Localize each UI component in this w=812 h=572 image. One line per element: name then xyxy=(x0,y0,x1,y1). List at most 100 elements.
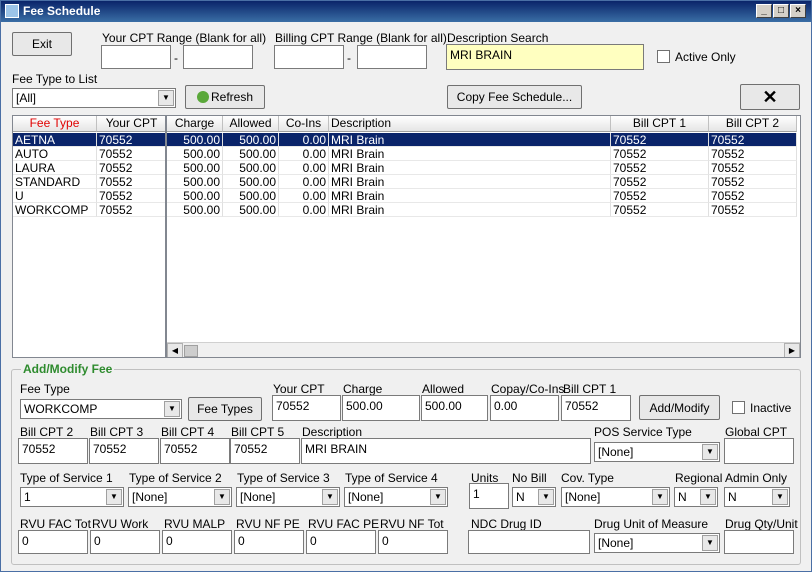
fee-type-cell[interactable]: LAURA xyxy=(13,161,97,175)
allowed-cell[interactable]: 500.00 xyxy=(223,133,279,147)
rvu-work-input[interactable]: 0 xyxy=(90,530,160,554)
type-of-service-3-select[interactable]: [None] ▼ xyxy=(236,487,340,507)
allowed-cell[interactable]: 500.00 xyxy=(223,147,279,161)
rvu-malp-input[interactable]: 0 xyxy=(162,530,232,554)
your-cpt-range-from[interactable] xyxy=(101,45,171,69)
bill-cpt-2-cell[interactable]: 70552 xyxy=(709,133,797,147)
description-cell[interactable]: MRI Brain xyxy=(329,189,611,203)
bill-cpt-2-cell[interactable]: 70552 xyxy=(709,189,797,203)
copy-fee-schedule-button[interactable]: Copy Fee Schedule... xyxy=(447,85,582,109)
bill-cpt-1-cell[interactable]: 70552 xyxy=(611,133,709,147)
fee-type-cell[interactable]: U xyxy=(13,189,97,203)
column-header-bill-cpt-1[interactable]: Bill CPT 1 xyxy=(611,116,709,132)
allowed-input[interactable]: 500.00 xyxy=(421,395,488,421)
rvu-fac-tot-input[interactable]: 0 xyxy=(18,530,88,554)
column-header-bill-cpt-2[interactable]: Bill CPT 2 xyxy=(709,116,797,132)
scroll-thumb[interactable] xyxy=(184,345,198,357)
allowed-cell[interactable]: 500.00 xyxy=(223,189,279,203)
description-input[interactable]: MRI BRAIN xyxy=(301,438,591,464)
column-header-charge[interactable]: Charge xyxy=(167,116,223,132)
bill-cpt-2-cell[interactable]: 70552 xyxy=(709,161,797,175)
admin-only-select[interactable]: N ▼ xyxy=(724,487,790,507)
column-header-co-ins[interactable]: Co-Ins xyxy=(279,116,329,132)
scroll-left-icon[interactable]: ◀ xyxy=(167,343,183,357)
type-of-service-2-select[interactable]: [None] ▼ xyxy=(128,487,232,507)
delete-button[interactable]: ✕ xyxy=(740,84,800,110)
ndc-drug-id-input[interactable] xyxy=(468,530,590,554)
add-modify-button[interactable]: Add/Modify xyxy=(639,395,720,420)
co-ins-cell[interactable]: 0.00 xyxy=(279,133,329,147)
co-ins-cell[interactable]: 0.00 xyxy=(279,189,329,203)
billing-cpt-range-from[interactable] xyxy=(274,45,344,69)
allowed-cell[interactable]: 500.00 xyxy=(223,175,279,189)
refresh-button[interactable]: Refresh xyxy=(185,85,265,109)
bill-cpt-2-input[interactable]: 70552 xyxy=(18,438,88,464)
your-cpt-cell[interactable]: 70552 xyxy=(97,203,165,217)
maximize-button[interactable]: □ xyxy=(773,4,789,18)
bill-cpt-1-cell[interactable]: 70552 xyxy=(611,161,709,175)
global-cpt-input[interactable] xyxy=(724,438,794,464)
close-window-button[interactable]: × xyxy=(790,4,806,18)
your-cpt-cell[interactable]: 70552 xyxy=(97,189,165,203)
co-ins-cell[interactable]: 0.00 xyxy=(279,161,329,175)
charge-input[interactable]: 500.00 xyxy=(342,395,420,421)
charge-cell[interactable]: 500.00 xyxy=(167,161,223,175)
active-only-checkbox[interactable] xyxy=(657,50,670,63)
bill-cpt-4-input[interactable]: 70552 xyxy=(160,438,230,464)
description-cell[interactable]: MRI Brain xyxy=(329,175,611,189)
fee-type-select[interactable]: WORKCOMP ▼ xyxy=(20,399,182,419)
no-bill-select[interactable]: N ▼ xyxy=(512,487,556,507)
your-cpt-cell[interactable]: 70552 xyxy=(97,175,165,189)
bill-cpt-3-input[interactable]: 70552 xyxy=(89,438,159,464)
inactive-checkbox[interactable] xyxy=(732,401,745,414)
type-of-service-4-select[interactable]: [None] ▼ xyxy=(344,487,448,507)
drug-unit-of-measure-select[interactable]: [None] ▼ xyxy=(594,533,720,553)
rvu-nf-tot-input[interactable]: 0 xyxy=(378,530,448,554)
scroll-right-icon[interactable]: ▶ xyxy=(784,343,800,357)
regional-select[interactable]: N ▼ xyxy=(674,487,718,507)
your-cpt-cell[interactable]: 70552 xyxy=(97,147,165,161)
allowed-cell[interactable]: 500.00 xyxy=(223,161,279,175)
column-header-description[interactable]: Description xyxy=(329,116,611,132)
bill-cpt-2-cell[interactable]: 70552 xyxy=(709,147,797,161)
bill-cpt-1-cell[interactable]: 70552 xyxy=(611,147,709,161)
rvu-fac-pe-input[interactable]: 0 xyxy=(306,530,376,554)
fee-type-cell[interactable]: AETNA xyxy=(13,133,97,147)
fee-type-to-list-select[interactable]: [All] ▼ xyxy=(12,88,176,108)
drug-qty-unit-input[interactable] xyxy=(724,530,794,554)
minimize-button[interactable]: _ xyxy=(756,4,772,18)
bill-cpt-5-input[interactable]: 70552 xyxy=(230,438,300,464)
bill-cpt-1-cell[interactable]: 70552 xyxy=(611,175,709,189)
charge-cell[interactable]: 500.00 xyxy=(167,203,223,217)
column-header-your-cpt[interactable]: Your CPT xyxy=(97,116,165,132)
description-cell[interactable]: MRI Brain xyxy=(329,133,611,147)
your-cpt-range-to[interactable] xyxy=(183,45,253,69)
description-cell[interactable]: MRI Brain xyxy=(329,203,611,217)
units-input[interactable]: 1 xyxy=(469,483,509,509)
co-ins-cell[interactable]: 0.00 xyxy=(279,147,329,161)
column-header-allowed[interactable]: Allowed xyxy=(223,116,279,132)
copay-input[interactable]: 0.00 xyxy=(490,395,559,421)
fee-type-cell[interactable]: WORKCOMP xyxy=(13,203,97,217)
bill-cpt-2-cell[interactable]: 70552 xyxy=(709,175,797,189)
fee-type-cell[interactable]: STANDARD xyxy=(13,175,97,189)
charge-cell[interactable]: 500.00 xyxy=(167,147,223,161)
bill-cpt-2-cell[interactable]: 70552 xyxy=(709,203,797,217)
description-cell[interactable]: MRI Brain xyxy=(329,161,611,175)
bill-cpt-1-cell[interactable]: 70552 xyxy=(611,203,709,217)
description-cell[interactable]: MRI Brain xyxy=(329,147,611,161)
description-search-input[interactable]: MRI BRAIN xyxy=(446,44,644,70)
your-cpt-cell[interactable]: 70552 xyxy=(97,133,165,147)
billing-cpt-range-to[interactable] xyxy=(357,45,427,69)
fee-types-button[interactable]: Fee Types xyxy=(188,397,262,421)
fee-type-cell[interactable]: AUTO xyxy=(13,147,97,161)
exit-button[interactable]: Exit xyxy=(12,32,72,56)
charge-cell[interactable]: 500.00 xyxy=(167,133,223,147)
type-of-service-1-select[interactable]: 1 ▼ xyxy=(20,487,124,507)
bill-cpt-1-input[interactable]: 70552 xyxy=(561,395,631,421)
bill-cpt-1-cell[interactable]: 70552 xyxy=(611,189,709,203)
horizontal-scrollbar[interactable]: ◀ ▶ xyxy=(167,342,800,357)
pos-service-type-select[interactable]: [None] ▼ xyxy=(594,442,720,462)
allowed-cell[interactable]: 500.00 xyxy=(223,203,279,217)
your-cpt-input[interactable]: 70552 xyxy=(272,395,341,421)
